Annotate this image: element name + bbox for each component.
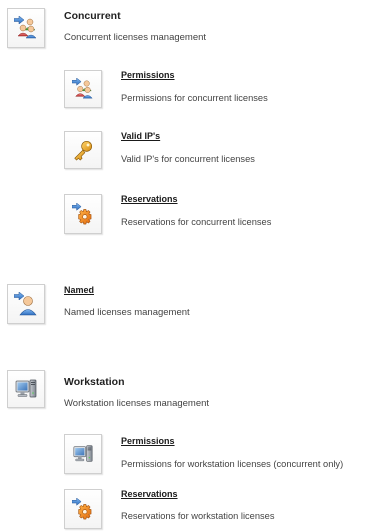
user-icon[interactable] [7,284,45,324]
concurrent-permissions-link[interactable]: Permissions [121,70,175,80]
concurrent-reservations-link[interactable]: Reservations [121,194,178,204]
workstation-description: Workstation licenses management [64,398,210,409]
concurrent-valid-ips-description: Valid IP's for concurrent licenses [121,154,255,164]
workstation-reservations-link[interactable]: Reservations [121,489,178,499]
gear-icon[interactable] [64,489,102,529]
gear-icon[interactable] [64,194,102,234]
computer-icon[interactable] [64,434,102,474]
workstation-title: Workstation [64,376,125,388]
key-icon[interactable] [64,131,102,169]
concurrent-title: Concurrent [64,10,121,22]
workstation-computer-icon [7,370,45,408]
workstation-permissions-link[interactable]: Permissions [121,436,175,446]
concurrent-reservations-description: Reservations for concurrent licenses [121,217,272,227]
workstation-reservations-description: Reservations for workstation licenses [121,511,275,521]
named-description: Named licenses management [64,307,190,318]
named-link[interactable]: Named [64,285,94,295]
workstation-permissions-description: Permissions for workstation licenses (co… [121,459,344,469]
concurrent-valid-ips-link[interactable]: Valid IP's [121,131,160,141]
concurrent-users-group-icon [7,8,45,48]
users-group-icon[interactable] [64,70,102,108]
concurrent-permissions-description: Permissions for concurrent licenses [121,93,268,103]
concurrent-description: Concurrent licenses management [64,32,207,43]
